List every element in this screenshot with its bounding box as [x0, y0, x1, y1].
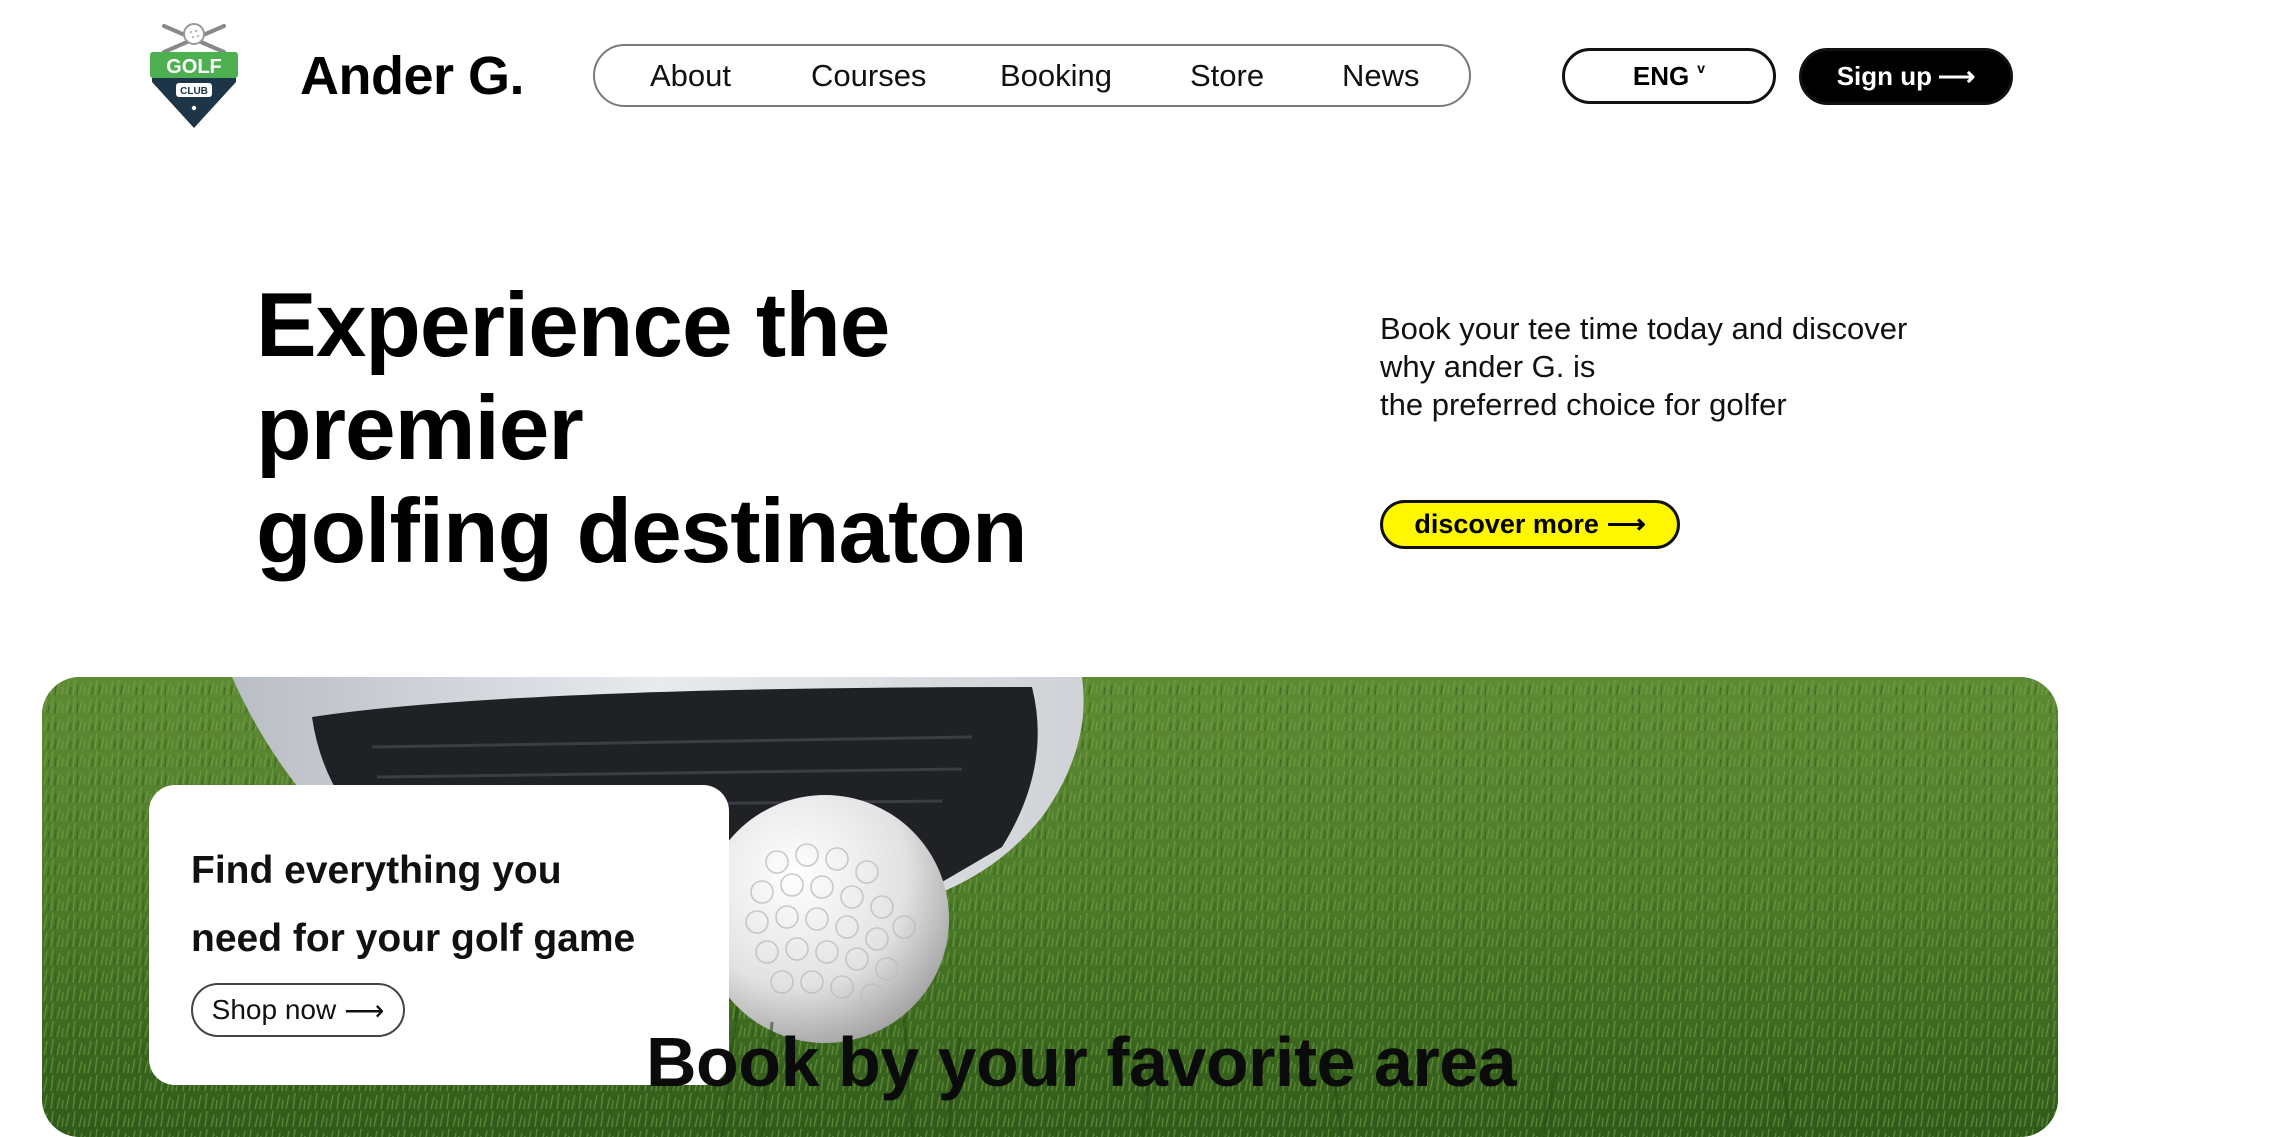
shop-promo-title: Find everything you need for your golf g… [191, 837, 635, 973]
hero-title: Experience the premier golfing destinato… [256, 274, 1028, 583]
nav-courses[interactable]: Courses [811, 56, 926, 96]
chevron-down-icon: v [1697, 60, 1706, 76]
hero-description-line: why ander G. is [1380, 349, 1596, 384]
hero-title-line: golfing destinaton [256, 481, 1028, 582]
golf-club-logo-icon[interactable]: GOLF CLUB [146, 20, 242, 132]
discover-more-label: discover more [1414, 509, 1599, 539]
shop-promo-title-line: Find everything you [191, 849, 562, 892]
logo-text-golf: GOLF [166, 56, 222, 78]
book-by-area-heading: Book by your favorite area [646, 1023, 1517, 1101]
main-nav: About Courses Booking Store News [593, 44, 1471, 107]
nav-booking[interactable]: Booking [1000, 56, 1112, 96]
sign-up-label: Sign up [1836, 61, 1933, 91]
shop-now-label: Shop now [211, 994, 337, 1025]
hero-description: Book your tee time today and discover wh… [1380, 310, 1907, 424]
logo-text-club: CLUB [180, 86, 208, 97]
hero-title-line: premier [256, 378, 584, 479]
language-label: ENG [1632, 60, 1690, 91]
nav-about[interactable]: About [650, 56, 731, 96]
hero-description-line: the preferred choice for golfer [1380, 387, 1787, 422]
shop-now-button[interactable]: Shop now ⟶ [191, 983, 405, 1037]
arrow-right-icon: ⟶ [344, 994, 385, 1026]
nav-store[interactable]: Store [1190, 56, 1264, 96]
discover-more-button[interactable]: discover more ⟶ [1380, 500, 1680, 549]
sign-up-button[interactable]: Sign up ⟶ [1799, 48, 2013, 105]
brand-name[interactable]: Ander G. [300, 44, 525, 108]
nav-news[interactable]: News [1342, 56, 1420, 96]
hero-title-line: Experience the [256, 275, 890, 376]
arrow-right-icon: ⟶ [1606, 509, 1646, 539]
shop-promo-title-line: need for your golf game [191, 917, 636, 960]
shop-promo-card: Find everything you need for your golf g… [149, 785, 729, 1085]
hero-description-line: Book your tee time today and discover [1380, 311, 1908, 346]
language-select[interactable]: ENG v [1562, 48, 1776, 104]
arrow-right-icon: ⟶ [1938, 61, 1976, 91]
